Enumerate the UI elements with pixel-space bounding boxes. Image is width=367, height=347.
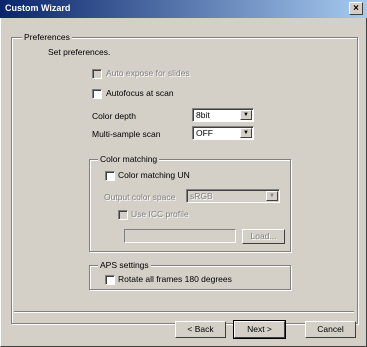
- preferences-legend: Preferences: [22, 32, 72, 42]
- next-button[interactable]: Next >: [233, 320, 286, 339]
- color-matching-checkbox[interactable]: [105, 171, 115, 181]
- auto-expose-checkbox[interactable]: [92, 69, 102, 79]
- autofocus-label: Autofocus at scan: [106, 88, 174, 98]
- multisample-value: OFF: [196, 128, 213, 138]
- next-button-label: Next >: [247, 324, 272, 334]
- autofocus-checkbox[interactable]: [92, 89, 102, 99]
- rotate-checkbox[interactable]: [105, 275, 115, 285]
- color-depth-label: Color depth: [92, 111, 136, 121]
- rotate-label: Rotate all frames 180 degrees: [118, 274, 232, 284]
- intro-text: Set preferences.: [48, 47, 111, 57]
- output-space-value: sRGB: [190, 191, 213, 201]
- color-matching-label: Color matching UN: [118, 170, 190, 180]
- chevron-down-icon[interactable]: ▼: [240, 110, 252, 120]
- back-button[interactable]: < Back: [175, 321, 226, 338]
- chevron-down-icon[interactable]: ▼: [240, 128, 252, 138]
- load-button-label: Load...: [250, 231, 277, 241]
- color-matching-legend: Color matching: [98, 154, 160, 164]
- cancel-button-label: Cancel: [317, 324, 344, 334]
- window-title: Custom Wizard: [5, 3, 71, 13]
- bottom-separator: [14, 311, 354, 313]
- icc-path-field[interactable]: [124, 229, 236, 243]
- multisample-select[interactable]: OFF ▼: [192, 126, 254, 140]
- color-depth-select[interactable]: 8bit ▼: [192, 108, 254, 122]
- use-icc-label: Use ICC profile: [131, 209, 189, 219]
- close-button[interactable]: ×: [349, 2, 363, 15]
- back-button-label: < Back: [187, 324, 214, 334]
- title-bar: Custom Wizard ×: [0, 0, 367, 18]
- use-icc-checkbox[interactable]: [118, 210, 128, 220]
- output-space-label: Output color space: [104, 192, 176, 202]
- chevron-down-icon[interactable]: ▼: [266, 191, 278, 201]
- multisample-label: Multi-sample scan: [92, 129, 161, 139]
- load-button[interactable]: Load...: [242, 229, 285, 244]
- auto-expose-label: Auto expose for slides: [106, 68, 190, 78]
- output-space-select[interactable]: sRGB ▼: [186, 189, 280, 203]
- aps-legend: APS settings: [98, 260, 151, 270]
- cancel-button[interactable]: Cancel: [305, 321, 356, 338]
- color-depth-value: 8bit: [196, 110, 210, 120]
